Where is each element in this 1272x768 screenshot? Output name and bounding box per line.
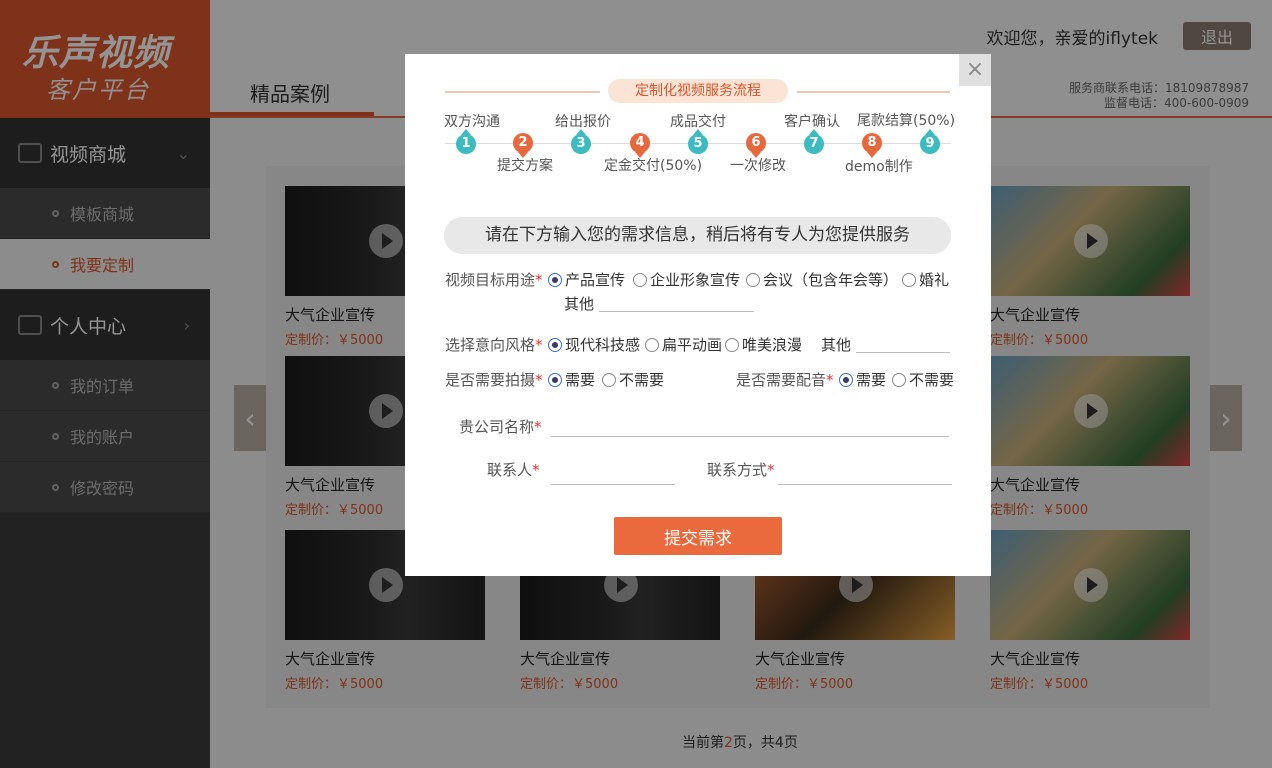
step-label: 成品交付 <box>670 114 726 130</box>
required-mark: * <box>826 371 834 389</box>
label-text: 是否需要配音 <box>736 371 827 389</box>
label-text: 联系方式 <box>707 461 768 479</box>
radio-checked-icon[interactable] <box>839 372 853 387</box>
style-label: 选择意向风格* <box>445 334 543 355</box>
step-badge: 7 <box>804 129 824 154</box>
radio-checked-icon[interactable] <box>548 372 562 387</box>
radio-checked-icon[interactable] <box>548 272 562 287</box>
step-badge: 3 <box>571 129 591 154</box>
radio-icon[interactable] <box>633 272 647 287</box>
option-label: 扁平动画 <box>662 336 723 354</box>
step-label: 提交方案 <box>497 158 553 174</box>
step-label: 双方沟通 <box>444 114 500 130</box>
shoot-label: 是否需要拍摄* <box>445 369 543 390</box>
purpose-other-label: 其他 <box>564 295 595 313</box>
option-label: 企业形象宣传 <box>650 271 741 289</box>
required-mark: * <box>535 271 543 289</box>
label-text: 贵公司名称 <box>459 418 535 436</box>
style-option-romantic[interactable]: 唯美浪漫 <box>725 334 802 355</box>
step-number: 4 <box>635 135 645 150</box>
style-option-flat[interactable]: 扁平动画 <box>645 334 722 355</box>
radio-checked-icon[interactable] <box>548 337 562 352</box>
voice-label: 是否需要配音* <box>736 369 834 390</box>
radio-icon[interactable] <box>725 337 739 352</box>
label-text: 选择意向风格 <box>445 336 536 354</box>
contact-method-input[interactable] <box>778 461 952 485</box>
voice-option-yes[interactable]: 需要 <box>839 369 886 390</box>
voice-option-no[interactable]: 不需要 <box>892 369 954 390</box>
required-mark: * <box>535 336 543 354</box>
required-mark: * <box>534 418 542 436</box>
option-label: 现代科技感 <box>565 336 641 354</box>
contact-label: 联系人* <box>487 459 540 480</box>
option-label: 会议（包含年会等） <box>763 271 899 289</box>
step-label: 一次修改 <box>730 158 786 174</box>
label-text: 联系人 <box>487 461 533 479</box>
contact-method-label: 联系方式* <box>707 459 775 480</box>
option-label: 婚礼 <box>919 271 950 289</box>
required-mark: * <box>532 461 540 479</box>
custom-request-dialog: × 定制化视频服务流程 双方沟通 给出报价 成品交付 客户确认 尾款结算(50%… <box>405 54 991 576</box>
step-number: 5 <box>693 136 703 151</box>
label-text: 视频目标用途 <box>445 271 536 289</box>
step-number: 1 <box>461 136 471 151</box>
style-option-tech[interactable]: 现代科技感 <box>548 334 640 355</box>
step-label: 尾款结算(50%) <box>857 113 956 129</box>
step-label: demo制作 <box>845 159 913 175</box>
shoot-option-yes[interactable]: 需要 <box>548 369 595 390</box>
purpose-option-wedding[interactable]: 婚礼 <box>902 269 949 290</box>
radio-icon[interactable] <box>645 337 659 352</box>
flow-title: 定制化视频服务流程 <box>608 79 788 103</box>
company-name-input[interactable] <box>551 413 949 437</box>
company-label: 贵公司名称* <box>459 416 542 437</box>
step-badge: 1 <box>456 129 476 154</box>
purpose-option-product[interactable]: 产品宣传 <box>548 269 625 290</box>
option-label: 需要 <box>565 371 596 389</box>
info-banner: 请在下方输入您的需求信息，稍后将有专人为您提供服务 <box>444 217 951 254</box>
purpose-option-corporate[interactable]: 企业形象宣传 <box>633 269 740 290</box>
shoot-option-no[interactable]: 不需要 <box>602 369 664 390</box>
step-badge: 8 <box>862 133 882 158</box>
step-number: 6 <box>751 135 761 150</box>
close-icon[interactable]: × <box>959 54 991 86</box>
submit-request-button[interactable]: 提交需求 <box>614 517 782 555</box>
option-label: 产品宣传 <box>565 271 626 289</box>
purpose-other-input[interactable] <box>599 288 754 312</box>
step-label: 定金交付(50%) <box>604 158 703 174</box>
radio-icon[interactable] <box>902 272 916 287</box>
step-badge: 9 <box>920 129 940 154</box>
radio-icon[interactable] <box>892 372 906 387</box>
required-mark: * <box>767 461 775 479</box>
contact-person-input[interactable] <box>551 461 675 485</box>
step-label: 给出报价 <box>555 114 611 130</box>
step-number: 2 <box>518 135 528 150</box>
purpose-option-meeting[interactable]: 会议（包含年会等） <box>746 269 898 290</box>
step-number: 7 <box>809 136 819 151</box>
label-text: 是否需要拍摄 <box>445 371 536 389</box>
radio-icon[interactable] <box>746 272 760 287</box>
step-badge: 4 <box>630 133 650 158</box>
option-label: 不需要 <box>909 371 955 389</box>
step-badge: 5 <box>688 129 708 154</box>
step-number: 8 <box>867 135 877 150</box>
divider <box>797 91 950 93</box>
style-other-input[interactable] <box>856 329 950 353</box>
step-label: 客户确认 <box>784 114 840 130</box>
required-mark: * <box>535 371 543 389</box>
step-badge: 2 <box>513 133 533 158</box>
style-other-label: 其他 <box>821 336 852 354</box>
step-badge: 6 <box>746 133 766 158</box>
option-label: 需要 <box>856 371 887 389</box>
step-number: 3 <box>576 136 586 151</box>
option-label: 不需要 <box>619 371 665 389</box>
purpose-label: 视频目标用途* <box>445 269 543 290</box>
option-label: 唯美浪漫 <box>742 336 803 354</box>
radio-icon[interactable] <box>602 372 616 387</box>
step-number: 9 <box>925 136 935 151</box>
divider <box>445 91 600 93</box>
